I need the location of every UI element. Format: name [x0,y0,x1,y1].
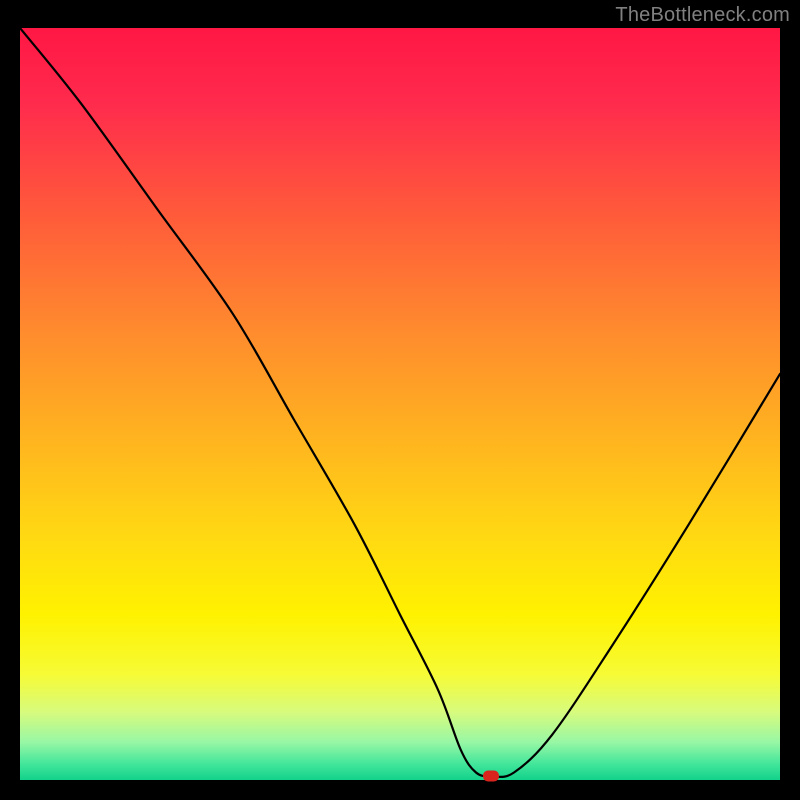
watermark-text: TheBottleneck.com [615,4,790,27]
plot-area [20,28,780,780]
chart-svg [20,28,780,780]
optimal-marker [483,771,499,782]
plot-frame [20,28,780,780]
chart-container: TheBottleneck.com [0,0,800,800]
gradient-background [20,28,780,780]
